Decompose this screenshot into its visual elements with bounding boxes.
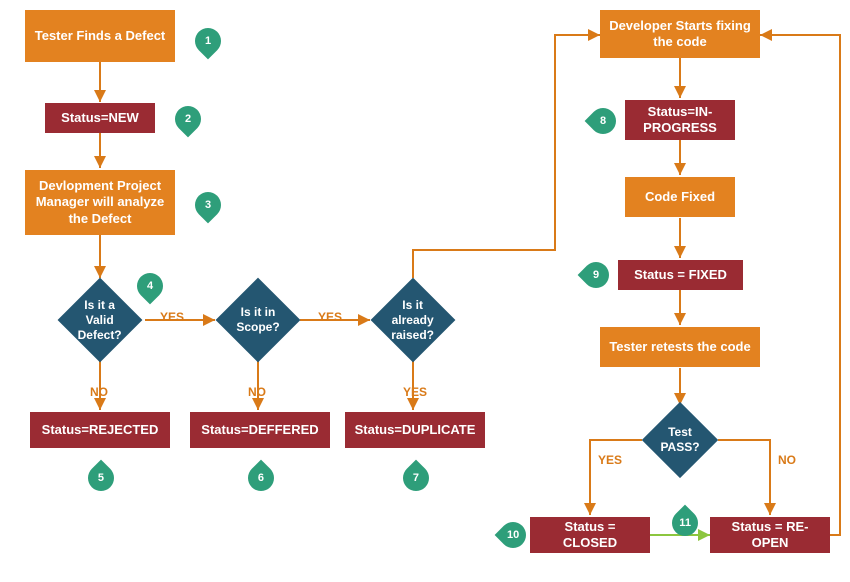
node-label: Status=DEFFERED	[201, 422, 318, 438]
edge-label-yes: YES	[318, 310, 342, 324]
node-label: Status = RE-OPEN	[716, 519, 824, 552]
node-label: Devlopment Project Manager will analyze …	[31, 178, 169, 227]
node-status-fixed: Status = FIXED	[618, 260, 743, 290]
node-status-rejected: Status=REJECTED	[30, 412, 170, 448]
node-label: Status=REJECTED	[42, 422, 159, 438]
decision-valid-defect: Is it a Valid Defect?	[58, 278, 143, 363]
edge-label-yes: YES	[160, 310, 184, 324]
badge-8: 8	[585, 103, 622, 140]
node-status-closed: Status = CLOSED	[530, 517, 650, 553]
decision-label: Test PASS?	[659, 425, 701, 455]
node-status-reopen: Status = RE-OPEN	[710, 517, 830, 553]
badge-5: 5	[83, 460, 120, 497]
edge-label-yes: YES	[403, 385, 427, 399]
decision-test-pass: Test PASS?	[642, 402, 718, 478]
node-label: Status = FIXED	[634, 267, 727, 283]
badge-2: 2	[170, 101, 207, 138]
badge-4: 4	[132, 268, 169, 305]
decision-in-scope: Is it in Scope?	[216, 278, 301, 363]
edge-label-yes: YES	[598, 453, 622, 467]
node-label: Tester retests the code	[609, 339, 750, 355]
badge-7: 7	[398, 460, 435, 497]
node-developer-fix: Developer Starts fixing the code	[600, 10, 760, 58]
badge-11: 11	[667, 505, 704, 542]
node-status-deferred: Status=DEFFERED	[190, 412, 330, 448]
node-label: Status=NEW	[61, 110, 139, 126]
edge-label-no: NO	[778, 453, 796, 467]
node-tester-retests: Tester retests the code	[600, 327, 760, 367]
decision-label: Is it a Valid Defect?	[76, 298, 124, 343]
badge-9: 9	[578, 257, 615, 294]
node-label: Developer Starts fixing the code	[606, 18, 754, 51]
node-status-inprogress: Status=IN-PROGRESS	[625, 100, 735, 140]
node-pm-analyze: Devlopment Project Manager will analyze …	[25, 170, 175, 235]
node-label: Status = CLOSED	[536, 519, 644, 552]
badge-1: 1	[190, 23, 227, 60]
decision-label: Is it in Scope?	[234, 305, 282, 335]
badge-10: 10	[495, 517, 532, 554]
node-tester-finds-defect: Tester Finds a Defect	[25, 10, 175, 62]
node-status-duplicate: Status=DUPLICATE	[345, 412, 485, 448]
node-label: Status=DUPLICATE	[355, 422, 476, 438]
badge-3: 3	[190, 187, 227, 224]
edge-label-no: NO	[90, 385, 108, 399]
node-label: Status=IN-PROGRESS	[631, 104, 729, 137]
node-label: Code Fixed	[645, 189, 715, 205]
node-status-new: Status=NEW	[45, 103, 155, 133]
decision-already-raised: Is it already raised?	[371, 278, 456, 363]
node-label: Tester Finds a Defect	[35, 28, 166, 44]
edge-label-no: NO	[248, 385, 266, 399]
decision-label: Is it already raised?	[389, 298, 437, 343]
badge-6: 6	[243, 460, 280, 497]
node-code-fixed: Code Fixed	[625, 177, 735, 217]
